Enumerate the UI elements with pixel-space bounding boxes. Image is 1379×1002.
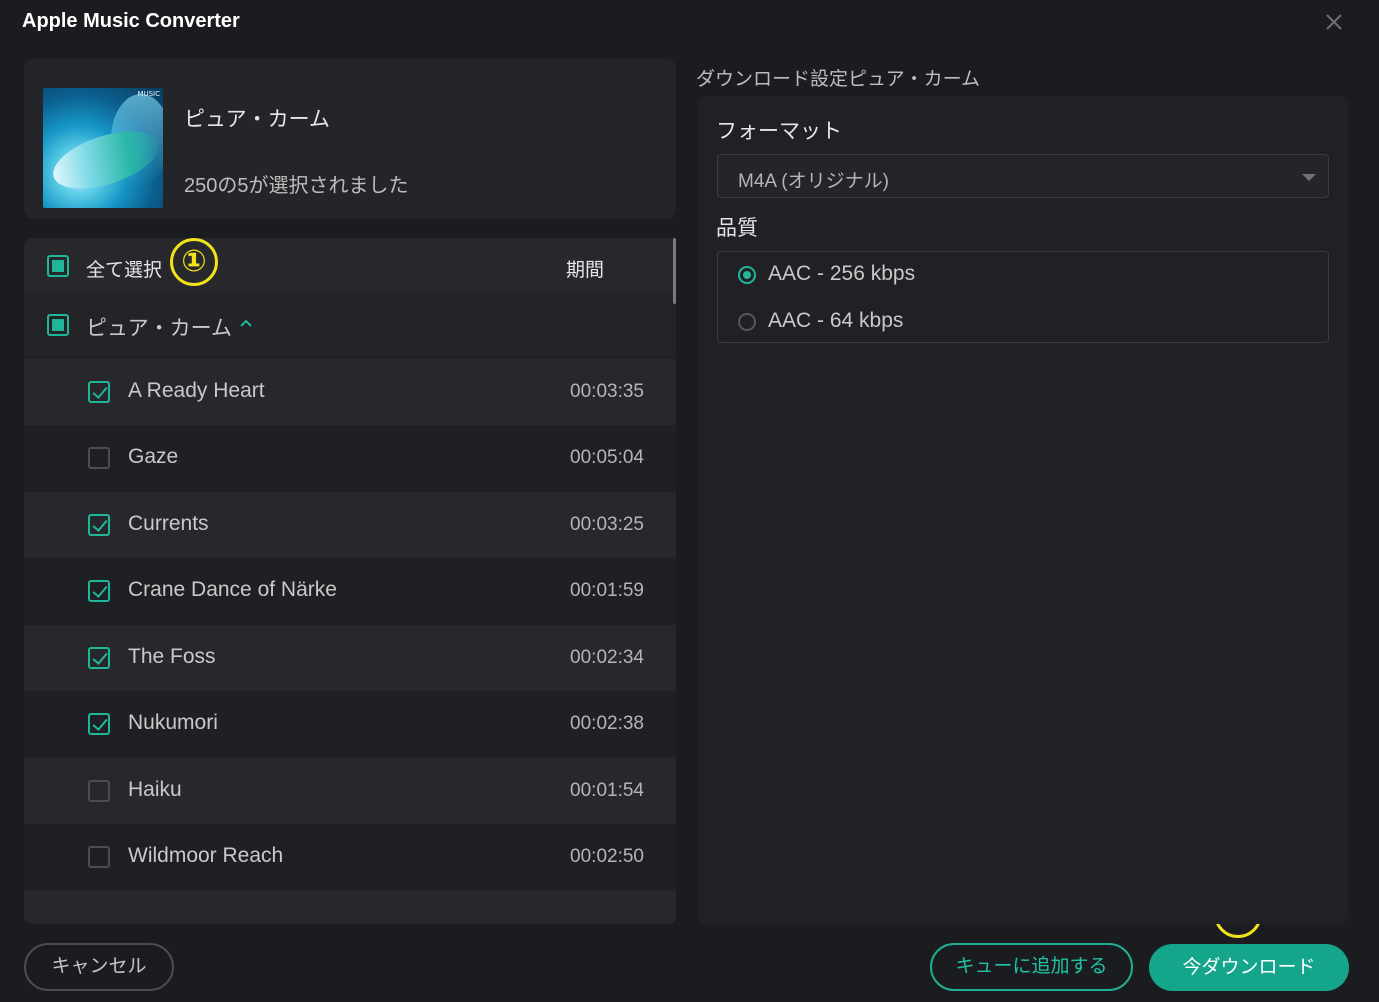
track-checkbox[interactable] <box>88 647 110 669</box>
track-title: Wildmoor Reach <box>128 844 284 867</box>
settings-panel <box>698 96 1348 924</box>
quality-option-label: AAC - 64 kbps <box>768 309 904 332</box>
track-duration: 00:02:34 <box>570 647 644 668</box>
album-group-label: ピュア・カーム <box>86 317 232 340</box>
track-row-partial <box>24 890 676 924</box>
track-title: Currents <box>128 512 209 535</box>
title-bar: Apple Music Converter <box>0 0 1379 46</box>
duration-column-header: 期間 <box>566 260 605 281</box>
track-list-header: 全て選択 期間 <box>24 238 676 294</box>
apple-music-badge: MUSIC <box>137 90 160 98</box>
add-to-queue-button[interactable]: キューに追加する <box>930 943 1133 991</box>
album-group-row: ピュア・カーム <box>24 294 676 356</box>
track-row[interactable]: Currents 00:03:25 <box>24 492 676 558</box>
track-row[interactable]: Wildmoor Reach 00:02:50 <box>24 824 676 890</box>
track-row[interactable]: A Ready Heart 00:03:35 <box>24 359 676 425</box>
track-title: The Foss <box>128 645 216 668</box>
track-duration: 00:01:59 <box>570 580 644 601</box>
select-all-checkbox[interactable] <box>47 255 69 277</box>
track-row[interactable]: Haiku 00:01:54 <box>24 758 676 824</box>
track-list: 全て選択 期間 ピュア・カーム A Ready Heart 00:03:35 G… <box>24 238 676 924</box>
track-duration: 00:02:50 <box>570 846 644 867</box>
track-row[interactable]: Crane Dance of Närke 00:01:59 <box>24 558 676 624</box>
settings-title: ダウンロード設定ピュア・カーム <box>696 69 981 90</box>
quality-option-label: AAC - 256 kbps <box>768 262 916 285</box>
close-icon[interactable] <box>1322 10 1346 34</box>
cancel-button[interactable]: キャンセル <box>24 943 174 991</box>
format-label: フォーマット <box>716 120 842 143</box>
track-duration: 00:03:25 <box>570 514 644 535</box>
select-all-label: 全て選択 <box>86 260 163 281</box>
track-row[interactable]: Nukumori 00:02:38 <box>24 691 676 757</box>
album-group-checkbox[interactable] <box>47 314 69 336</box>
format-value: M4A (オリジナル) <box>738 171 889 192</box>
quality-label: 品質 <box>716 217 758 240</box>
track-duration: 00:02:38 <box>570 713 644 734</box>
radio-selected-icon[interactable] <box>738 266 756 284</box>
app-title: Apple Music Converter <box>22 10 240 32</box>
track-list-scrollbar[interactable] <box>673 238 676 304</box>
format-dropdown[interactable]: M4A (オリジナル) <box>717 154 1329 198</box>
track-checkbox[interactable] <box>88 846 110 868</box>
track-checkbox[interactable] <box>88 514 110 536</box>
album-cover-image: MUSIC <box>43 88 163 208</box>
selection-status: 250の5が選択されました <box>184 175 409 197</box>
dropdown-arrow-icon <box>1302 174 1316 181</box>
track-checkbox[interactable] <box>88 447 110 469</box>
track-duration: 00:05:04 <box>570 447 644 468</box>
track-duration: 00:01:54 <box>570 780 644 801</box>
track-checkbox[interactable] <box>88 780 110 802</box>
track-title: Nukumori <box>128 711 218 734</box>
track-title: Gaze <box>128 445 179 468</box>
album-name: ピュア・カーム <box>184 108 330 131</box>
track-row[interactable]: The Foss 00:02:34 <box>24 625 676 691</box>
track-checkbox[interactable] <box>88 381 110 403</box>
annotation-badge-1: ① <box>170 238 218 286</box>
track-row[interactable]: Gaze 00:05:04 <box>24 425 676 491</box>
track-checkbox[interactable] <box>88 713 110 735</box>
track-title: A Ready Heart <box>128 379 265 402</box>
download-now-button[interactable]: 今ダウンロード <box>1149 944 1349 991</box>
track-checkbox[interactable] <box>88 580 110 602</box>
chevron-up-icon[interactable] <box>239 316 253 330</box>
track-duration: 00:03:35 <box>570 381 644 402</box>
radio-unselected-icon[interactable] <box>738 313 756 331</box>
track-title: Crane Dance of Närke <box>128 578 337 601</box>
quality-options: AAC - 256 kbps AAC - 64 kbps <box>717 251 1329 343</box>
album-card: MUSIC ピュア・カーム 250の5が選択されました <box>24 59 676 219</box>
track-title: Haiku <box>128 778 182 801</box>
